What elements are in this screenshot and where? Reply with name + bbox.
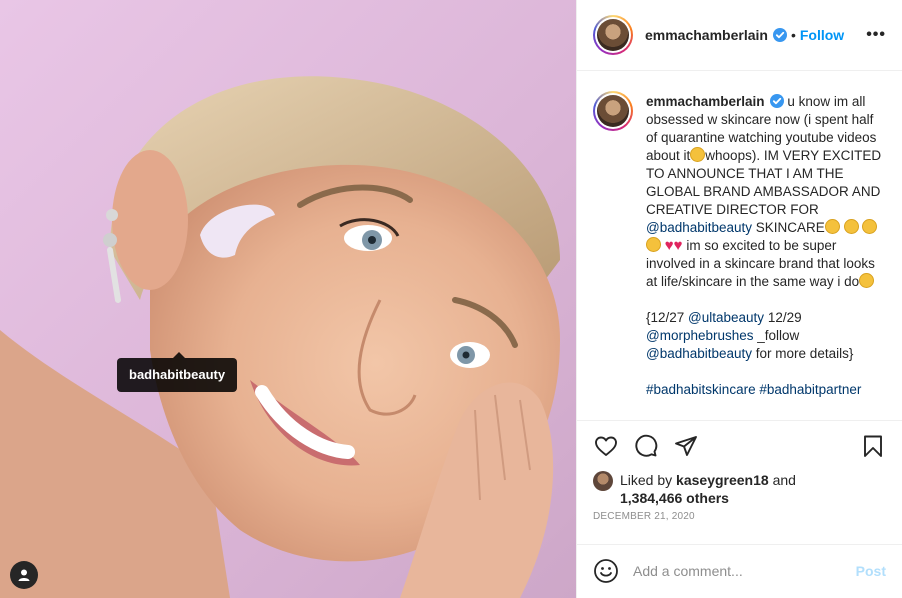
caption-author-avatar[interactable] xyxy=(593,90,633,131)
post-date[interactable]: DECEMBER 21, 2020 xyxy=(577,507,902,544)
smiling-hearts-emoji-icon xyxy=(843,218,859,234)
liker-username[interactable]: kaseygreen18 xyxy=(676,472,769,488)
hashtag-link[interactable]: #badhabitskincare xyxy=(646,382,756,397)
likes-summary: Liked by kaseygreen18 and 1,384,466 othe… xyxy=(577,470,902,507)
verified-badge-icon xyxy=(772,27,787,42)
liker-avatar[interactable] xyxy=(593,470,613,491)
mention-link[interactable]: @ultabeauty xyxy=(688,310,764,325)
grimacing-emoji-icon xyxy=(862,218,878,234)
photo-user-tag[interactable]: badhabitbeauty xyxy=(117,352,238,392)
more-options-icon[interactable]: ••• xyxy=(866,26,886,44)
smiling-hearts-emoji-icon xyxy=(824,218,840,234)
comment-input[interactable] xyxy=(633,563,856,580)
user-tags-button[interactable] xyxy=(10,561,38,589)
comments-section: emmachamberlain u know im all obsessed w… xyxy=(577,71,902,420)
grimacing-emoji-icon xyxy=(690,146,706,162)
caption-paragraph: {12/27 @ultabeauty 12/29 @morphebrushes … xyxy=(646,309,854,361)
likes-count[interactable]: 1,384,466 others xyxy=(620,490,729,506)
post-comment-button[interactable]: Post xyxy=(856,563,886,579)
likes-text: Liked by kaseygreen18 and 1,384,466 othe… xyxy=(620,471,796,506)
post-photo xyxy=(0,76,560,598)
post-side-panel: emmachamberlain • Follow ••• emmachamber… xyxy=(576,0,902,598)
grimacing-emoji-icon xyxy=(646,236,661,252)
author-avatar[interactable] xyxy=(593,14,633,55)
post-actions-bar xyxy=(577,420,902,471)
mention-link[interactable]: @badhabitbeauty xyxy=(646,220,752,235)
smiley-icon[interactable] xyxy=(593,558,619,584)
hashtag-link[interactable]: #badhabitpartner xyxy=(759,382,861,397)
author-username[interactable]: emmachamberlain xyxy=(645,27,768,43)
bookmark-icon[interactable] xyxy=(860,433,886,459)
comment-bubble-icon[interactable] xyxy=(633,433,659,459)
heart-outline-icon[interactable] xyxy=(593,433,619,459)
mention-link[interactable]: @badhabitbeauty xyxy=(646,346,752,361)
verified-badge-icon xyxy=(769,93,784,108)
add-comment-bar: Post xyxy=(577,543,902,598)
follow-button[interactable]: Follow xyxy=(800,27,844,43)
header-separator: • xyxy=(790,26,796,43)
red-heart-emoji-icon: ♥ xyxy=(664,236,674,254)
red-heart-emoji-icon: ♥ xyxy=(673,236,683,254)
user-tag-icon xyxy=(18,569,30,581)
post-header: emmachamberlain • Follow ••• xyxy=(577,0,902,71)
grimacing-emoji-icon xyxy=(859,272,875,288)
post-dialog: badhabitbeauty emmachamberlain • Follow xyxy=(0,0,902,598)
mention-link[interactable]: @morphebrushes xyxy=(646,328,754,343)
caption-text: SKINCARE xyxy=(752,219,825,235)
paper-plane-icon[interactable] xyxy=(673,433,699,459)
caption-author-username[interactable]: emmachamberlain xyxy=(646,94,765,109)
post-caption: emmachamberlain u know im all obsessed w… xyxy=(646,91,886,420)
caption-hashtags: #badhabitskincare #badhabitpartner xyxy=(646,381,886,399)
post-media[interactable]: badhabitbeauty xyxy=(0,0,576,598)
